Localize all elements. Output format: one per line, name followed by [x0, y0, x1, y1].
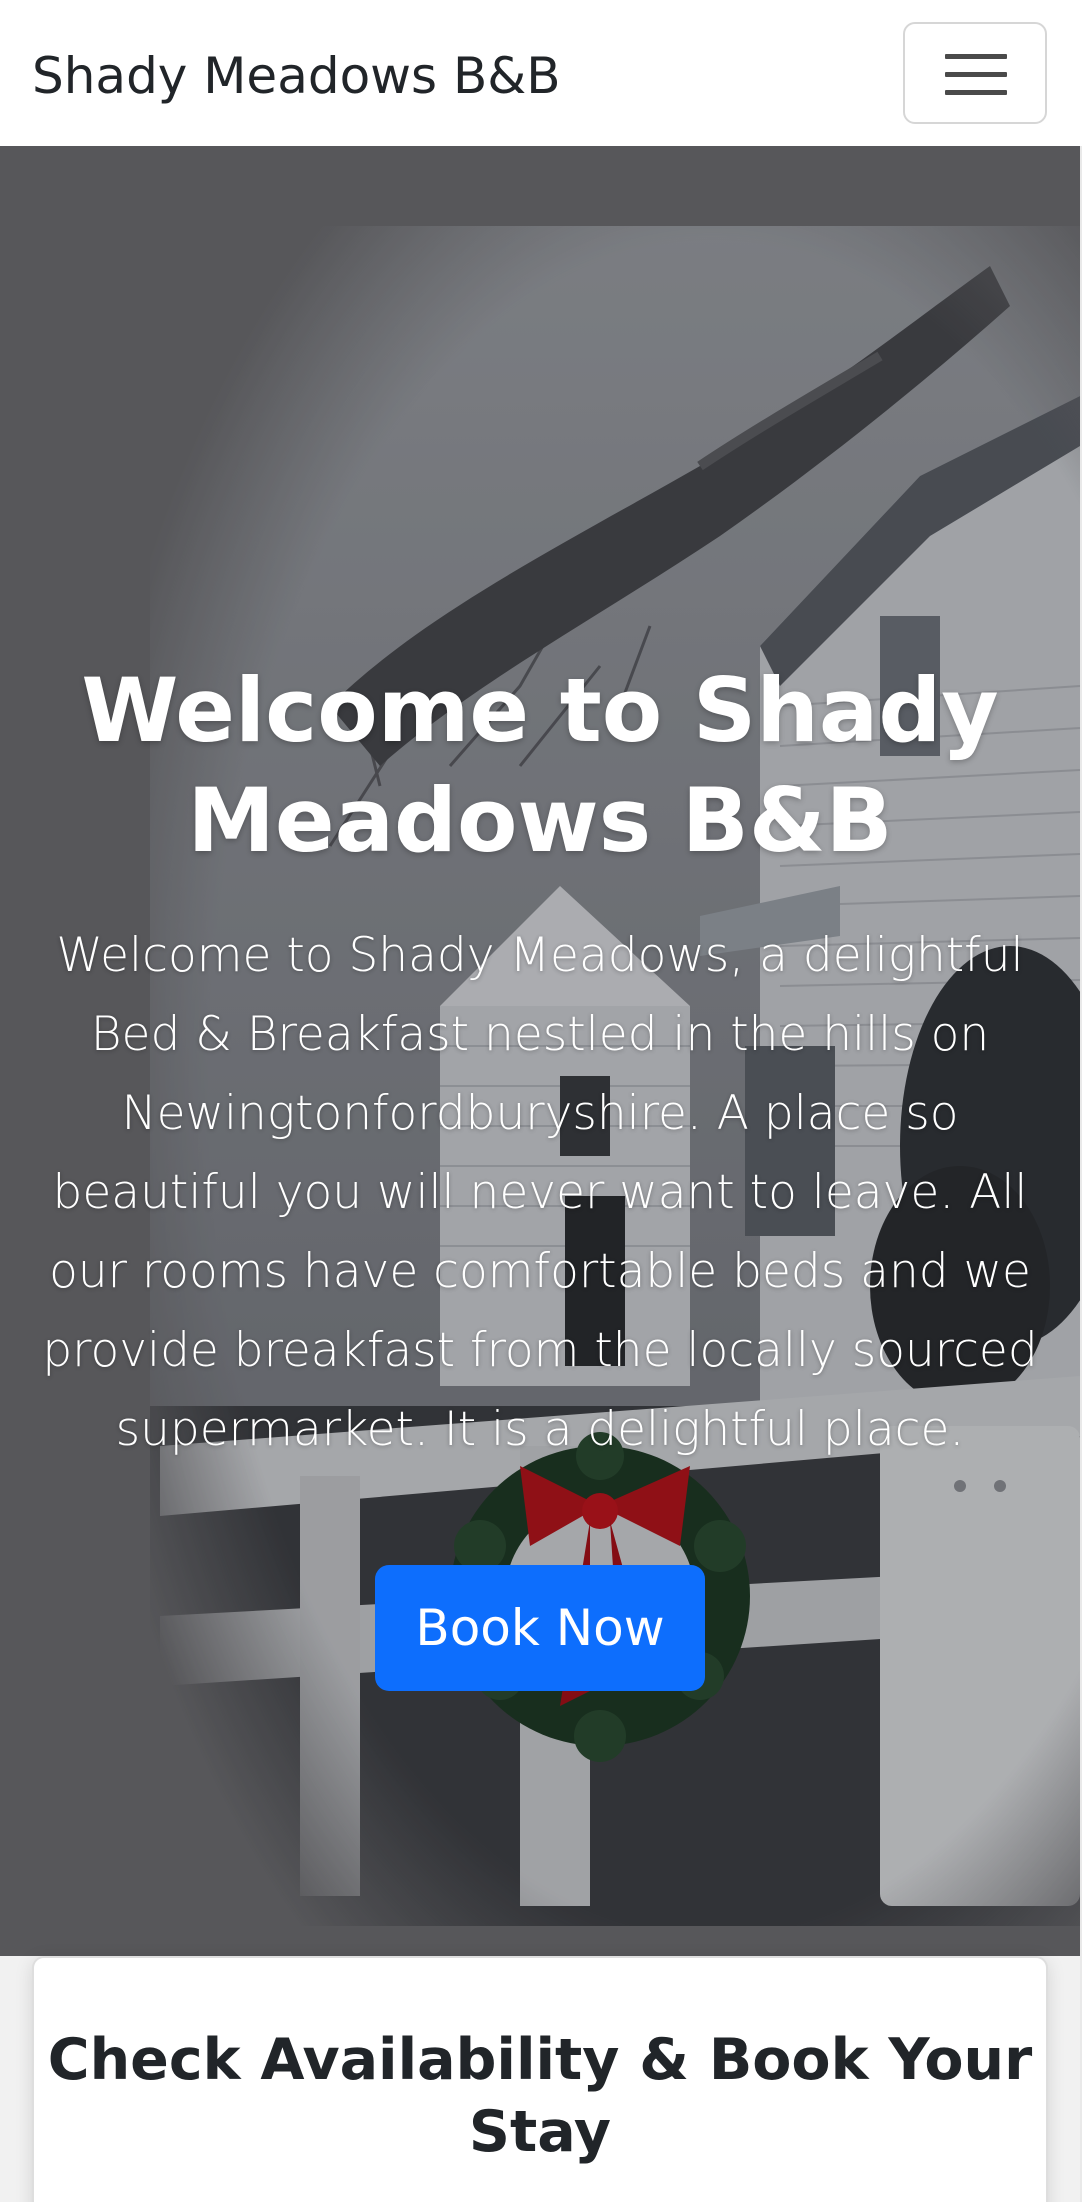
hero-lead-text: Welcome to Shady Meadows, a delightful B… — [42, 928, 1038, 1457]
hero-content: Welcome to Shady Meadows B&B Welcome to … — [28, 656, 1052, 1691]
navbar-toggler-button[interactable] — [903, 22, 1047, 124]
booking-card: Check Availability & Book Your Stay — [32, 1956, 1048, 2202]
hero-title: Welcome to Shady Meadows B&B — [81, 659, 999, 872]
navbar: Shady Meadows B&B — [0, 0, 1082, 146]
brand-link[interactable]: Shady Meadows B&B — [32, 44, 561, 108]
hero-section: Welcome to Shady Meadows B&B Welcome to … — [0, 146, 1080, 1956]
booking-card-title: Check Availability & Book Your Stay — [47, 2027, 1033, 2165]
page: Shady Meadows B&B Welcome to Shady Meado… — [0, 0, 1082, 2202]
book-now-button[interactable]: Book Now — [375, 1565, 705, 1691]
